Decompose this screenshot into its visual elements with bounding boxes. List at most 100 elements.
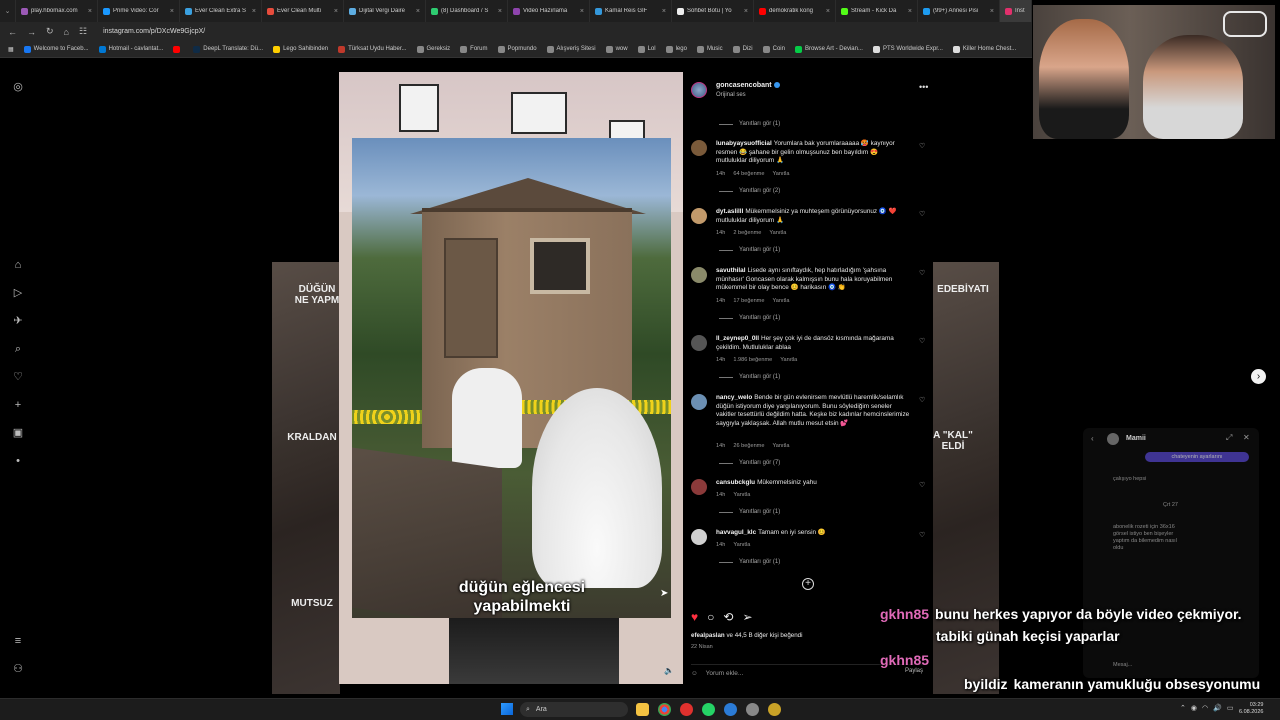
commenter-avatar[interactable] (691, 529, 707, 545)
commenter-avatar[interactable] (691, 394, 707, 410)
commenter-username[interactable]: ll_zeynep0_0ll (716, 335, 759, 342)
browser-tab[interactable]: Stream - Kick Da × (836, 0, 918, 22)
bookmark-item[interactable]: Forum (460, 45, 488, 53)
windows-start-icon[interactable] (501, 703, 513, 715)
create-nav-icon[interactable]: + (11, 398, 25, 412)
reply-button[interactable]: Yanıtla (733, 492, 750, 498)
bookmark-item[interactable]: wow (605, 45, 628, 53)
expand-icon[interactable]: ⤢ (1226, 433, 1232, 443)
emoji-icon[interactable]: ☺ (691, 670, 698, 677)
commenter-avatar[interactable] (691, 140, 707, 156)
taskbar-search[interactable]: ⌕ Ara (520, 702, 628, 717)
forward-icon[interactable]: → (27, 27, 36, 37)
comment-icon[interactable]: ○ (707, 610, 714, 624)
browser-tab[interactable]: (8) Dashboard / S × (426, 0, 508, 22)
browser-tab[interactable]: Video Hazırlama × (508, 0, 590, 22)
comment-like-icon[interactable]: ♡ (919, 210, 925, 218)
tab-close-icon[interactable]: × (498, 8, 502, 15)
tab-close-icon[interactable]: × (334, 8, 338, 15)
tab-close-icon[interactable]: × (170, 8, 174, 15)
comment-like-icon[interactable]: ♡ (919, 531, 925, 539)
bookmark-item[interactable] (173, 45, 183, 53)
bookmark-item[interactable]: Coin (762, 45, 785, 53)
battery-icon[interactable]: ▭ (1227, 704, 1234, 712)
commenter-username[interactable]: nancy_welo (716, 394, 752, 401)
commenter-username[interactable]: havvagul_klc (716, 529, 756, 536)
bookmark-item[interactable]: Dizi (732, 45, 753, 53)
comment-like-icon[interactable]: ♡ (919, 142, 925, 150)
view-replies[interactable]: Yanıtları gör (1) (719, 374, 780, 380)
bookmark-item[interactable]: Music (696, 45, 723, 53)
browser-tab[interactable]: demokratik kong × (754, 0, 836, 22)
tab-close-icon[interactable]: × (580, 8, 584, 15)
commenter-avatar[interactable] (691, 267, 707, 283)
reply-button[interactable]: Yanıtla (780, 357, 797, 363)
author-avatar[interactable] (691, 82, 707, 98)
apps-icon[interactable]: ▦ (8, 46, 14, 53)
opera-icon[interactable] (680, 703, 693, 716)
bookmark-item[interactable]: Alışveriş Sitesi (546, 45, 596, 53)
comment-like-icon[interactable]: ♡ (919, 269, 925, 277)
commenter-avatar[interactable] (691, 208, 707, 224)
chrome-icon[interactable] (658, 703, 671, 716)
dm-input[interactable]: Mesaj... (1113, 662, 1132, 668)
tab-close-icon[interactable]: × (662, 8, 666, 15)
view-replies[interactable]: Yanıtları gör (1) (719, 315, 780, 321)
notifications-nav-icon[interactable]: ♡ (11, 370, 25, 384)
messages-nav-icon[interactable]: ✈ (11, 314, 25, 328)
bookmark-item[interactable]: lego (665, 45, 687, 53)
commenter-username[interactable]: savuthilal (716, 267, 745, 274)
reply-button[interactable]: Yanıtla (769, 230, 786, 236)
view-replies[interactable]: Yanıtları gör (1) (719, 509, 780, 515)
profile-nav-icon[interactable]: • (11, 454, 25, 468)
tab-close-icon[interactable]: × (990, 8, 994, 15)
browser-tab[interactable]: Sohbet Botu | Yo × (672, 0, 754, 22)
view-replies[interactable]: Yanıtları gör (7) (719, 460, 780, 466)
commenter-username[interactable]: lunabyaysuofficial (716, 140, 772, 147)
browser-tab[interactable]: Ever Clean Multi × (262, 0, 344, 22)
comment-like-icon[interactable]: ♡ (919, 481, 925, 489)
bookmark-item[interactable]: PTS Worldwide Expr... (872, 45, 943, 53)
back-icon[interactable]: ← (8, 27, 17, 37)
bookmark-item[interactable]: DeepL Translate: Dü... (193, 45, 263, 53)
browser-tab[interactable]: Ever Clean Extra S × (180, 0, 262, 22)
commenter-avatar[interactable] (691, 479, 707, 495)
reply-button[interactable]: Yanıtla (772, 443, 789, 449)
tab-close-icon[interactable]: × (826, 8, 830, 15)
browser-tab[interactable]: Kamal Reis GIF × (590, 0, 672, 22)
search-nav-icon[interactable]: ⌕ (11, 342, 25, 356)
next-post-button[interactable]: › (1251, 369, 1266, 384)
file-explorer-icon[interactable] (636, 703, 649, 716)
browser-tab[interactable]: Prime Video: Cor × (98, 0, 180, 22)
tab-close-icon[interactable]: × (252, 8, 256, 15)
chevron-up-icon[interactable]: ⌃ (1180, 704, 1186, 712)
bookmark-item[interactable]: Hotmail - cavlantat... (98, 45, 163, 53)
browser-tab[interactable]: (99+) Annesi Pisı × (918, 0, 1000, 22)
tab-close-icon[interactable]: × (744, 8, 748, 15)
bookmark-item[interactable]: Türksat Uydu Haber... (338, 45, 407, 53)
system-clock[interactable]: 03:29 6.08.2026 (1239, 702, 1263, 716)
view-replies[interactable]: Yanıtları gör (1) (719, 247, 780, 253)
reply-button[interactable]: Yanıtla (733, 542, 750, 548)
bookmark-item[interactable]: Welcome to Faceb... (23, 45, 89, 53)
bookmark-item[interactable]: Lol (637, 45, 656, 53)
close-icon[interactable]: ✕ (1243, 433, 1250, 442)
app-icon[interactable] (724, 703, 737, 716)
share-label[interactable]: Paylaş (905, 668, 923, 674)
wifi-icon[interactable]: ◠ (1202, 704, 1208, 712)
comment-likes[interactable]: 17 beğenme (733, 298, 764, 304)
repost-icon[interactable]: ⟲ (723, 610, 733, 624)
load-more-comments-icon[interactable]: + (802, 578, 814, 590)
tab-close-icon[interactable]: × (88, 8, 92, 15)
menu-nav-icon[interactable]: ≡ (11, 634, 25, 648)
app-icon[interactable] (746, 703, 759, 716)
volume-icon[interactable]: 🔊 (1213, 704, 1222, 712)
tab-close-icon[interactable]: × (908, 8, 912, 15)
commenter-username[interactable]: dyt.aslilll (716, 208, 743, 215)
audio-label[interactable]: Orijinal ses (716, 92, 746, 98)
instagram-logo-icon[interactable]: ◎ (11, 80, 25, 94)
reel-video[interactable]: düğün eğlencesi yapabilmekti 🔈 ➤ (339, 72, 683, 684)
whatsapp-icon[interactable] (702, 703, 715, 716)
reload-icon[interactable]: ↻ (46, 26, 54, 37)
bookmark-item[interactable]: Browse Art - Devian... (794, 45, 863, 53)
